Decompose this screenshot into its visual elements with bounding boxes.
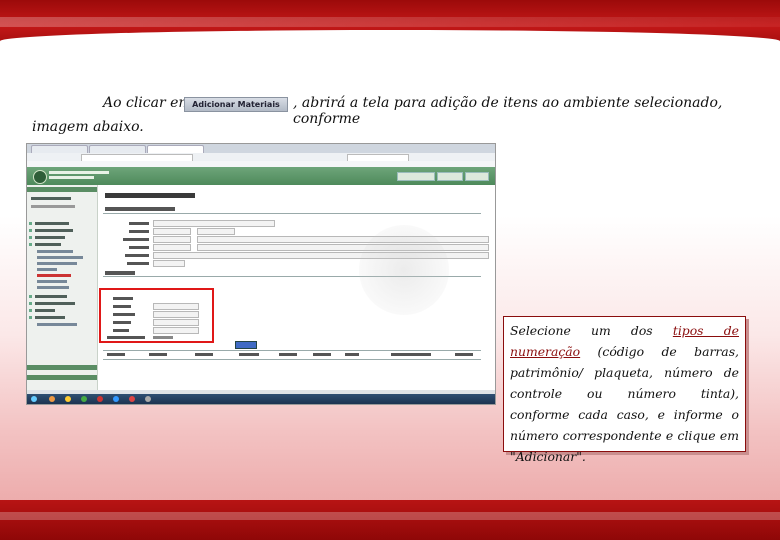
university-logo-icon [33,170,47,184]
bottom-decorative-band [0,500,780,540]
top-band-swoosh [0,30,780,48]
browser-tabs [27,144,495,154]
embedded-screenshot [26,143,496,405]
top-decorative-band [0,0,780,48]
callout-text-part2: (código de barras, patrimônio/ plaqueta,… [510,344,739,464]
page-title [105,193,195,198]
adicionar-materiais-button-sample: Adicionar Materiais [184,97,288,112]
section-title [105,207,175,211]
instruction-callout: Selecione um dos tipos de numeração (cód… [503,316,746,464]
adicionar-button [235,341,257,349]
cadastro-main-panel [99,185,489,390]
sidebar-menu [27,185,98,390]
intro-text-before: Ao clicar em [103,95,192,111]
top-band-stripe [0,17,780,27]
callout-text-part1: Selecione um dos [510,323,673,338]
intro-text-second-line: imagem abaixo. [32,119,144,135]
callout-text: Selecione um dos tipos de numeração (cód… [510,320,739,467]
university-header [27,167,495,185]
bottom-band-stripe [0,512,780,520]
windows-taskbar [27,394,495,404]
intro-text-after: , abrirá a tela para adição de itens ao … [293,95,723,127]
